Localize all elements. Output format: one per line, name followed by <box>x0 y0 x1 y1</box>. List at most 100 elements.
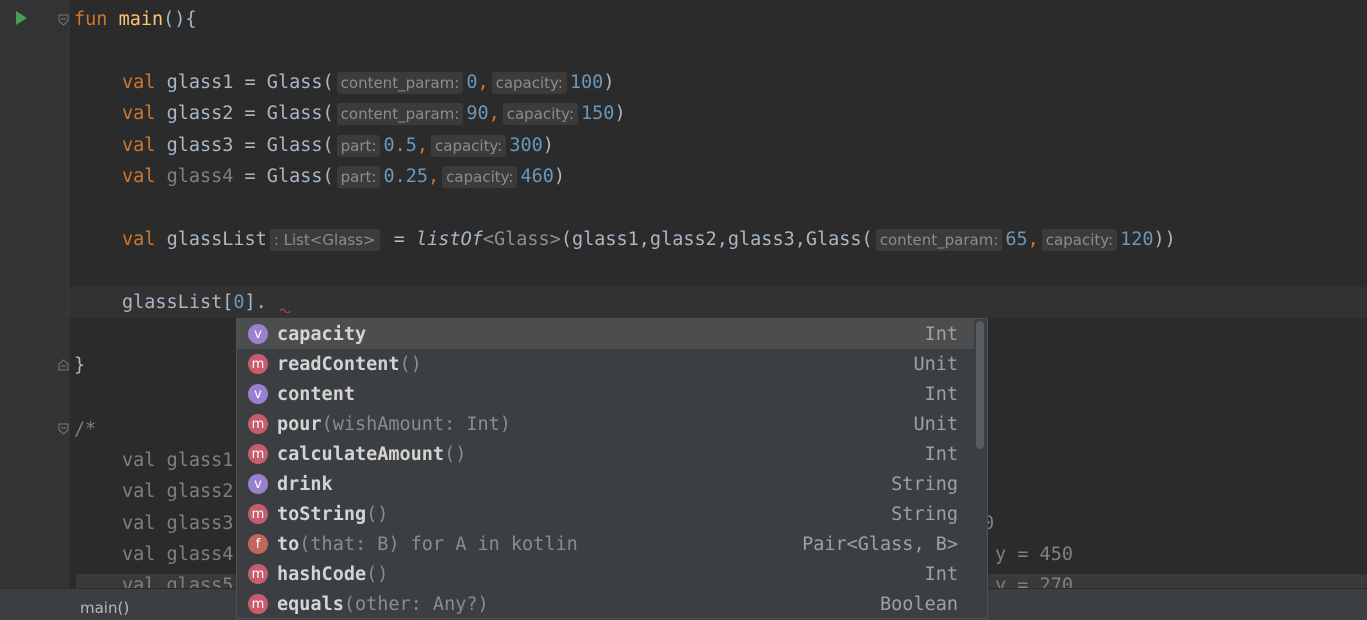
number-literal: 90 <box>466 103 489 124</box>
fold-close-icon[interactable] <box>58 359 69 371</box>
code-text: } <box>74 355 86 376</box>
code-line-glass1[interactable]: val glass1 = Glass(content_param: 0, capac… <box>122 68 614 98</box>
code-line-close-brace[interactable]: } <box>74 351 85 381</box>
keyword-fun: fun <box>74 9 108 30</box>
code-line-glass2[interactable]: val glass2 = Glass(content_param: 90, capa… <box>122 99 626 129</box>
gutter <box>0 0 70 588</box>
code-text: )) <box>1153 229 1176 250</box>
completion-item[interactable]: m hashCode() Int <box>237 559 975 589</box>
keyword-val: val <box>122 103 156 124</box>
completion-item[interactable]: v content Int <box>237 379 975 409</box>
number-literal: 300 <box>509 135 543 156</box>
completion-signature: () <box>444 443 467 465</box>
parameter-hint: part: <box>336 166 381 188</box>
parameter-hint: capacity: <box>491 72 567 94</box>
completion-signature: () <box>399 353 422 375</box>
code-line-main[interactable]: fun main(){ <box>74 5 197 35</box>
code-line-glass4[interactable]: val glass4 = Glass(part: 0.25, capacity: 46… <box>122 162 565 192</box>
code-text: ) <box>603 72 615 93</box>
method-kind-icon: m <box>248 414 268 434</box>
completion-type: Int <box>924 443 958 465</box>
completion-type: Int <box>924 323 958 345</box>
comment-line[interactable]: val glass5 <box>122 571 233 588</box>
variable-kind-icon: v <box>248 384 268 404</box>
comment-open[interactable]: /* <box>74 415 96 445</box>
number-literal: 100 <box>569 72 604 93</box>
code-line-glass3[interactable]: val glass3 = Glass(part: 0.5, capacity: 300… <box>122 131 554 161</box>
completion-item[interactable]: v capacity Int <box>237 319 975 349</box>
completion-name: drink <box>277 473 333 495</box>
keyword-val: val <box>122 135 156 156</box>
completion-name: readContent <box>277 353 400 375</box>
number-literal: 0 <box>466 72 478 93</box>
completion-name: to <box>277 533 300 555</box>
code-text: = Glass( <box>233 135 334 156</box>
completion-item[interactable]: m pour (wishAmount: Int) Unit <box>237 409 975 439</box>
code-text: ) <box>553 166 566 187</box>
run-icon[interactable] <box>16 11 27 25</box>
generic-type: <Glass> <box>482 229 561 250</box>
number-literal: 120 <box>1120 229 1154 250</box>
completion-type: String <box>891 473 958 495</box>
completion-type: Unit <box>913 413 958 435</box>
keyword-val: val <box>122 166 156 187</box>
variable-name: glass3 <box>166 135 234 156</box>
number-literal: 0.25 <box>383 166 429 187</box>
completion-signature: (other: Any?) <box>343 593 489 615</box>
code-text: = <box>382 229 417 250</box>
comment-line[interactable]: val glass4 <box>122 540 233 570</box>
completion-item[interactable]: m toString() String <box>237 499 975 529</box>
completion-signature: (that: B) for A in kotlin <box>299 533 578 555</box>
completion-item[interactable]: v drink String <box>237 469 975 499</box>
method-kind-icon: m <box>248 564 268 584</box>
parameter-hint: capacity: <box>1041 229 1118 251</box>
completion-name: content <box>277 383 355 405</box>
variable-name: glass1 <box>166 72 234 93</box>
keyword-val: val <box>122 72 156 93</box>
completion-item[interactable]: m calculateAmount() Int <box>237 439 975 469</box>
completion-name: calculateAmount <box>277 443 445 465</box>
variable-kind-icon: v <box>248 324 268 344</box>
comment-line[interactable]: val glass1 <box>122 446 233 476</box>
completion-type: String <box>891 503 958 525</box>
code-text: glassList[ <box>122 292 234 313</box>
completion-type: Int <box>924 383 958 405</box>
variable-name: glass2 <box>166 103 234 124</box>
parameter-hint: capacity: <box>442 166 518 188</box>
code-line-glass-list[interactable]: val glassList: List<Glass> = listOf <Glas… <box>122 225 1176 255</box>
completion-name: equals <box>277 593 344 615</box>
completion-signature: () <box>366 503 389 525</box>
unused-variable-name: glass4 <box>166 166 234 187</box>
type-hint: : List<Glass> <box>269 229 380 251</box>
function-kind-icon: f <box>248 534 268 554</box>
completion-signature: (wishAmount: Int) <box>321 413 511 435</box>
completion-name: pour <box>277 413 322 435</box>
code-punct: (){ <box>163 9 197 30</box>
fold-open-icon[interactable] <box>58 14 69 26</box>
comment-tail: y = 450 <box>995 544 1073 565</box>
completion-item[interactable]: m readContent() Unit <box>237 349 975 379</box>
parameter-hint: content_param: <box>875 229 1003 251</box>
comment-line[interactable]: val glass3 <box>122 509 233 539</box>
parameter-hint: part: <box>336 135 381 157</box>
popup-scrollbar[interactable] <box>974 321 986 617</box>
indent-guide <box>67 36 68 318</box>
completion-item[interactable]: f to (that: B) for A in kotlin Pair<Glass, … <box>237 529 975 559</box>
code-line-access[interactable]: glassList[0]. <box>122 288 267 318</box>
code-text: ) <box>542 135 554 156</box>
code-text: = Glass( <box>233 166 334 187</box>
completion-type: Boolean <box>880 593 958 615</box>
code-text: = Glass( <box>233 72 334 93</box>
comment-line[interactable]: val glass2 <box>122 477 233 507</box>
fold-comment-icon[interactable] <box>58 423 69 435</box>
autocomplete-popup[interactable]: v capacity Int m readContent() Unit v content In… <box>236 318 988 619</box>
function-name: main <box>118 9 164 30</box>
completion-item[interactable]: m equals (other: Any?) Boolean <box>237 589 975 618</box>
error-squiggle <box>280 308 290 313</box>
scroll-thumb[interactable] <box>976 321 984 449</box>
number-literal: 65 <box>1005 229 1028 250</box>
number-literal: 460 <box>520 166 554 187</box>
breadcrumb[interactable]: main() <box>80 599 129 617</box>
completion-name: hashCode <box>277 563 367 585</box>
completion-name: capacity <box>277 323 367 345</box>
